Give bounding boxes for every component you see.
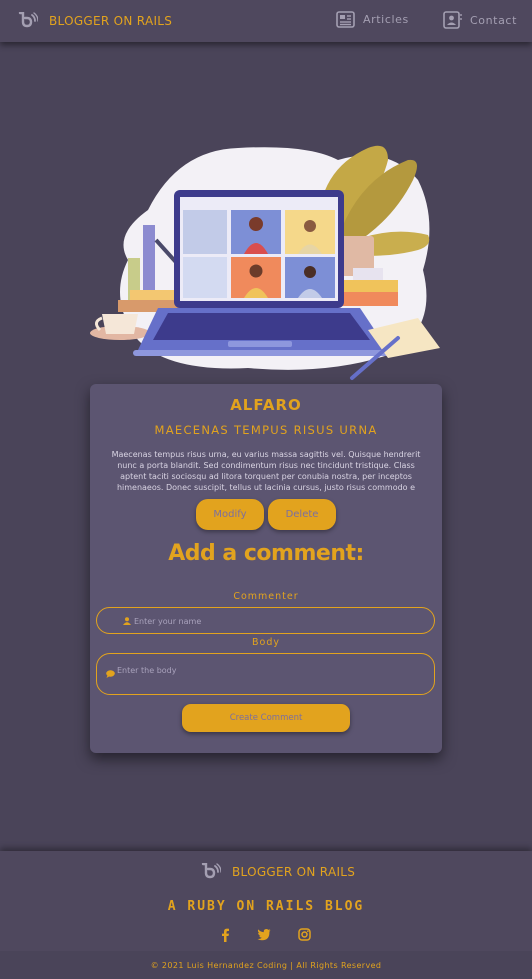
- body-textarea[interactable]: Enter the body: [96, 653, 435, 695]
- brand-title: BLOGGER ON RAILS: [49, 14, 173, 28]
- newspaper-icon: [336, 11, 355, 28]
- post-title: ALFARO: [230, 396, 302, 414]
- post-subtitle: MAECENAS TEMPUS RISUS URNA: [154, 423, 378, 437]
- facebook-icon[interactable]: [220, 928, 230, 942]
- commenter-placeholder: Enter your name: [134, 617, 202, 626]
- top-navbar: BLOGGER ON RAILS Articles Contact: [0, 0, 532, 42]
- video-conference-illustration: [90, 145, 440, 380]
- footer: BLOGGER ON RAILS A Ruby on Rails blog: [0, 851, 532, 951]
- modify-button[interactable]: Modify: [196, 499, 264, 530]
- instagram-icon[interactable]: [298, 928, 311, 941]
- post-card: ALFARO MAECENAS TEMPUS RISUS URNA Maecen…: [90, 384, 442, 753]
- copyright: © 2021 Luis Hernandez Coding | All Right…: [0, 951, 532, 979]
- commenter-input[interactable]: Enter your name: [96, 607, 435, 634]
- blogger-logo-icon: [201, 863, 221, 879]
- delete-button[interactable]: Delete: [268, 499, 336, 530]
- post-body: Maecenas tempus risus urna, eu varius ma…: [111, 450, 421, 492]
- nav-contact-label: Contact: [470, 13, 517, 27]
- nav-contact[interactable]: Contact: [443, 11, 517, 29]
- footer-brand-title: BLOGGER ON RAILS: [232, 865, 356, 879]
- footer-brand-link[interactable]: BLOGGER ON RAILS: [200, 863, 355, 881]
- twitter-icon[interactable]: [257, 928, 271, 941]
- commenter-label: Commenter: [233, 591, 299, 602]
- create-comment-button[interactable]: Create Comment: [182, 704, 350, 732]
- comment-icon: [106, 670, 115, 678]
- address-book-icon: [443, 11, 462, 29]
- blogger-logo-icon: [18, 12, 38, 28]
- add-comment-heading: Add a comment:: [168, 541, 364, 566]
- nav-articles[interactable]: Articles: [336, 11, 409, 28]
- body-placeholder: Enter the body: [117, 666, 177, 675]
- footer-tagline: A Ruby on Rails blog: [167, 899, 365, 914]
- body-label: Body: [252, 637, 280, 648]
- nav-articles-label: Articles: [363, 13, 409, 26]
- user-icon: [123, 617, 131, 625]
- brand-link[interactable]: BLOGGER ON RAILS: [17, 12, 172, 30]
